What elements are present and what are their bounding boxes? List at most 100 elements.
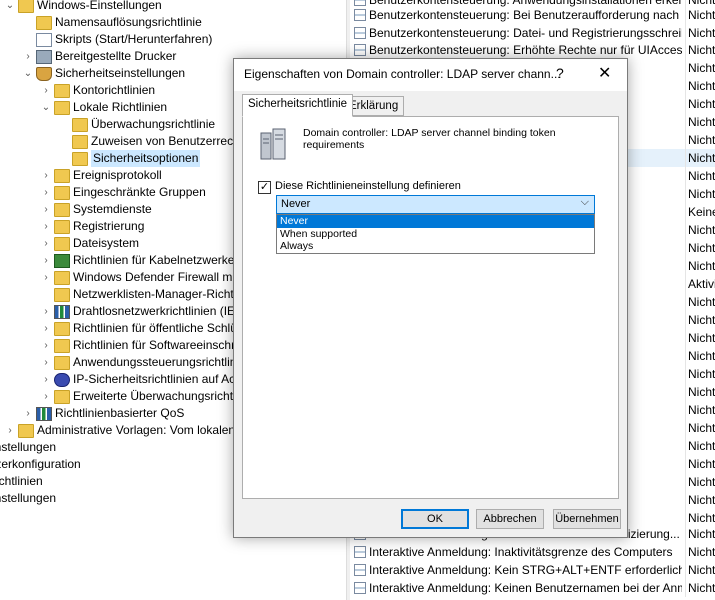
policy-setting: Nicht bbox=[685, 311, 715, 329]
folder-icon bbox=[54, 355, 70, 370]
policy-label: Interaktive Anmeldung: Inaktivitätsgrenz… bbox=[369, 545, 673, 559]
chevron-right-icon[interactable]: › bbox=[40, 201, 52, 218]
policy-setting: Nicht bbox=[685, 383, 715, 401]
setting-dropdown[interactable]: Never ⌵ bbox=[276, 195, 595, 214]
chevron-right-icon[interactable]: › bbox=[40, 354, 52, 371]
tree-item-label: Systemdienste bbox=[73, 202, 152, 216]
policy-setting: Nicht bbox=[685, 293, 715, 311]
dropdown-option[interactable]: When supported bbox=[277, 228, 594, 241]
list-item[interactable]: Interaktive Anmeldung: Inaktivitätsgrenz… bbox=[350, 543, 715, 561]
chevron-right-icon[interactable]: › bbox=[40, 303, 52, 320]
folder-icon bbox=[18, 0, 34, 13]
policy-label: Interaktive Anmeldung: Kein STRG+ALT+ENT… bbox=[369, 563, 682, 577]
cancel-button[interactable]: Abbrechen bbox=[476, 509, 544, 529]
folder-icon bbox=[36, 15, 52, 30]
chevron-right-icon[interactable]: › bbox=[40, 337, 52, 354]
tree-item[interactable]: ⌄ Sicherheitseinstellungen bbox=[22, 65, 185, 82]
policy-setting: Nicht bbox=[685, 543, 715, 561]
list-item[interactable]: Interaktive Anmeldung: Kein STRG+ALT+ENT… bbox=[350, 561, 715, 579]
tree-item-label: Dateisystem bbox=[73, 236, 140, 250]
policy-setting: Nicht bbox=[685, 257, 715, 275]
folder-icon bbox=[54, 236, 70, 251]
chevron-right-icon[interactable]: › bbox=[40, 184, 52, 201]
chevron-right-icon[interactable]: › bbox=[40, 252, 52, 269]
policy-setting: Nicht bbox=[685, 419, 715, 437]
chevron-right-icon[interactable]: › bbox=[40, 167, 52, 184]
tree-item[interactable]: › Richtlinien für öffentliche Schlüssel bbox=[40, 320, 258, 337]
chevron-down-icon: ⌵ bbox=[580, 196, 589, 208]
list-item[interactable]: Benutzerkontensteuerung: Datei- und Regi… bbox=[350, 24, 715, 42]
tree-item[interactable]: Netzwerklisten-Manager-Richtlinien bbox=[40, 286, 262, 303]
net-icon bbox=[54, 253, 70, 268]
chevron-right-icon[interactable]: › bbox=[40, 320, 52, 337]
chevron-right-icon[interactable]: › bbox=[40, 388, 52, 405]
dialog-titlebar[interactable]: Eigenschaften von Domain controller: LDA… bbox=[234, 59, 627, 91]
chevron-right-icon[interactable]: › bbox=[22, 48, 34, 65]
tree-item[interactable]: tzerkonfiguration bbox=[0, 456, 81, 473]
tree-item[interactable]: › Bereitgestellte Drucker bbox=[22, 48, 176, 65]
tree-item[interactable]: › Systemdienste bbox=[40, 201, 152, 218]
tree-item[interactable]: Skripts (Start/Herunterfahren) bbox=[22, 31, 212, 48]
tree-item[interactable]: ⌄ Windows-Einstellungen bbox=[4, 0, 162, 14]
tree-item-label: Zuweisen von Benutzerrechten bbox=[91, 134, 257, 148]
folder-icon bbox=[54, 321, 70, 336]
tree-item[interactable]: Sicherheitsoptionen bbox=[58, 150, 201, 167]
dropdown-option[interactable]: Always bbox=[277, 240, 594, 253]
folder-icon bbox=[54, 338, 70, 353]
chevron-down-icon[interactable]: ⌄ bbox=[22, 65, 34, 82]
chevron-right-icon[interactable]: › bbox=[22, 405, 34, 422]
tree-item[interactable]: › Dateisystem bbox=[40, 235, 139, 252]
tree-item-label: instellungen bbox=[0, 440, 57, 454]
tree-item-label: richtlinien bbox=[0, 474, 43, 488]
tab-security-policy[interactable]: Sicherheitsrichtlinie bbox=[242, 94, 354, 117]
tree-item[interactable]: richtlinien bbox=[0, 473, 43, 490]
tree-item-label: Anwendungssteuerungsrichtlinien bbox=[73, 355, 253, 369]
policy-label: Interaktive Anmeldung: Keinen Benutzerna… bbox=[369, 581, 682, 595]
apply-button[interactable]: Übernehmen bbox=[553, 509, 621, 529]
dropdown-option[interactable]: Never bbox=[277, 215, 594, 228]
list-item[interactable]: Benutzerkontensteuerung: Bei Benutzerauf… bbox=[350, 6, 715, 24]
list-item[interactable]: Interaktive Anmeldung: Keinen Benutzerna… bbox=[350, 579, 715, 597]
tree-item[interactable]: › Richtlinienbasierter QoS bbox=[22, 405, 184, 422]
tree-item[interactable]: Namensauflösungsrichtlinie bbox=[22, 14, 202, 31]
policy-setting: Nicht bbox=[685, 24, 715, 42]
tree-item[interactable]: › Kontorichtlinien bbox=[40, 82, 155, 99]
close-button[interactable]: ✕ bbox=[598, 63, 611, 83]
tab-panel: Domain controller: LDAP server channel b… bbox=[242, 116, 619, 499]
tree-item[interactable]: › Registrierung bbox=[40, 218, 144, 235]
chart-icon bbox=[36, 406, 52, 421]
folder-icon bbox=[54, 168, 70, 183]
tree-item[interactable]: ⌄ Lokale Richtlinien bbox=[40, 99, 167, 116]
tree-item[interactable]: instellungen bbox=[0, 490, 56, 507]
chevron-right-icon[interactable]: › bbox=[40, 371, 52, 388]
chevron-down-icon[interactable]: ⌄ bbox=[40, 99, 52, 116]
policy-setting: Aktivie bbox=[685, 275, 715, 293]
tree-item[interactable]: Zuweisen von Benutzerrechten bbox=[58, 133, 256, 150]
policy-setting: Nicht bbox=[685, 113, 715, 131]
policy-setting: Nicht bbox=[685, 491, 715, 509]
chevron-right-icon[interactable]: › bbox=[4, 422, 16, 439]
properties-dialog: Eigenschaften von Domain controller: LDA… bbox=[233, 58, 628, 538]
policy-icon bbox=[354, 27, 366, 39]
ok-button[interactable]: OK bbox=[401, 509, 469, 529]
list-item[interactable]: Benutzerkontensteuerung: Erhöhte Rechte … bbox=[350, 41, 715, 59]
help-button[interactable]: ? bbox=[556, 65, 564, 81]
chevron-right-icon[interactable]: › bbox=[40, 82, 52, 99]
folder-icon bbox=[54, 219, 70, 234]
tree-item[interactable]: › Eingeschränkte Gruppen bbox=[40, 184, 206, 201]
policy-setting: Nicht bbox=[685, 131, 715, 149]
tree-item[interactable]: Überwachungsrichtlinie bbox=[58, 116, 215, 133]
chevron-down-icon[interactable]: ⌄ bbox=[4, 0, 16, 14]
policy-server-icon bbox=[260, 128, 286, 160]
chevron-right-icon[interactable]: › bbox=[40, 218, 52, 235]
tree-item[interactable]: › Ereignisprotokoll bbox=[40, 167, 162, 184]
policy-setting: Nicht bbox=[685, 77, 715, 95]
tree-item[interactable]: › Anwendungssteuerungsrichtlinien bbox=[40, 354, 252, 371]
tree-item[interactable]: instellungen bbox=[0, 439, 56, 456]
chevron-right-icon[interactable]: › bbox=[40, 269, 52, 286]
define-checkbox[interactable]: ✓ bbox=[258, 181, 271, 194]
folder-icon bbox=[72, 151, 88, 166]
chevron-right-icon[interactable]: › bbox=[40, 235, 52, 252]
tree-item-label: Richtlinienbasierter QoS bbox=[55, 406, 185, 420]
shield-icon bbox=[36, 66, 52, 81]
